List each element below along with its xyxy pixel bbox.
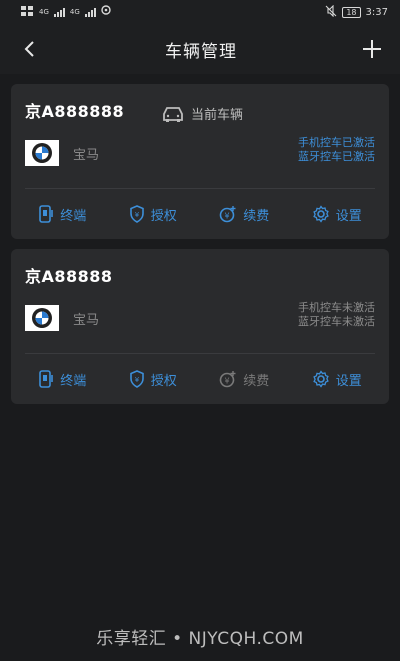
brand-name: 宝马 [73, 312, 100, 328]
vehicle-card[interactable]: 京A88888 宝马 手机控车未激活 蓝牙控车未激活 终端 ¥ 授权 ¥ 续费 … [11, 249, 389, 404]
add-vehicle-button[interactable] [358, 35, 386, 63]
bluetooth-control-status: 蓝牙控车未激活 [298, 315, 375, 328]
signal-icon [53, 7, 65, 17]
carrier1-label: 4G [39, 7, 49, 16]
authorize-label: 授权 [150, 373, 177, 389]
svg-text:¥: ¥ [135, 376, 140, 384]
activation-status: 手机控车已激活 蓝牙控车已激活 [298, 136, 375, 164]
vehicle-card[interactable]: 京A888888 当前车辆 宝马 手机控车已激活 蓝牙控车已激活 终端 ¥ 授权… [11, 84, 389, 239]
settings-button[interactable]: 设置 [312, 205, 362, 224]
gear-icon [312, 205, 329, 223]
vehicle-actions: 终端 ¥ 授权 ¥ 续费 设置 [11, 189, 389, 239]
vehicle-card-info: 京A888888 当前车辆 宝马 手机控车已激活 蓝牙控车已激活 [11, 84, 389, 188]
location-icon [101, 5, 111, 19]
phone-control-status: 手机控车未激活 [298, 301, 375, 314]
terminal-label: 终端 [60, 373, 87, 389]
authorize-button[interactable]: ¥ 授权 [129, 205, 177, 224]
clock: 3:37 [365, 6, 388, 18]
terminal-button[interactable]: 终端 [38, 205, 86, 224]
battery-icon: 18 [342, 6, 361, 18]
signal2-icon [84, 7, 96, 17]
terminal-button[interactable]: 终端 [38, 370, 86, 389]
settings-button[interactable]: 设置 [312, 370, 362, 389]
plate-number: 京A88888 [25, 267, 113, 286]
chevron-left-icon [24, 41, 34, 57]
renew-button[interactable]: ¥ 续费 [219, 370, 269, 389]
shield-icon: ¥ [129, 370, 144, 388]
phone-control-status: 手机控车已激活 [298, 136, 375, 149]
current-vehicle-label: 当前车辆 [191, 108, 244, 123]
vehicle-card-info: 京A88888 宝马 手机控车未激活 蓝牙控车未激活 [11, 249, 389, 353]
gear-icon [312, 370, 329, 388]
renew-label: 续费 [243, 373, 270, 389]
renew-icon: ¥ [219, 206, 236, 223]
sim-icon [20, 5, 34, 20]
vehicle-list: 京A888888 当前车辆 宝马 手机控车已激活 蓝牙控车已激活 终端 ¥ 授权… [0, 74, 400, 404]
status-left: 4G 4G [20, 5, 111, 20]
authorize-label: 授权 [150, 208, 177, 224]
settings-label: 设置 [335, 208, 362, 224]
activation-status: 手机控车未激活 蓝牙控车未激活 [298, 301, 375, 329]
plus-icon [363, 40, 381, 58]
svg-text:¥: ¥ [225, 377, 230, 386]
back-button[interactable] [16, 35, 44, 63]
page-title: 车辆管理 [165, 41, 237, 62]
terminal-label: 终端 [60, 208, 87, 224]
renew-label: 续费 [243, 208, 270, 224]
bmw-logo [25, 305, 59, 331]
vehicle-actions: 终端 ¥ 授权 ¥ 续费 设置 [11, 354, 389, 404]
watermark: 乐享轻汇 • NJYCQH.COM [96, 629, 304, 649]
status-right: 18 3:37 [325, 4, 388, 20]
bmw-logo [25, 140, 59, 166]
mute-icon [325, 4, 337, 20]
carrier2-label: 4G [69, 7, 80, 16]
svg-text:¥: ¥ [225, 212, 230, 221]
svg-text:¥: ¥ [135, 211, 140, 219]
status-bar: 4G 4G 18 3:37 [0, 0, 400, 24]
shield-icon: ¥ [129, 205, 144, 223]
terminal-icon [39, 370, 54, 388]
renew-button[interactable]: ¥ 续费 [219, 205, 269, 224]
terminal-icon [39, 205, 54, 223]
brand-name: 宝马 [73, 147, 100, 163]
current-vehicle-badge: 当前车辆 [161, 104, 243, 123]
settings-label: 设置 [335, 373, 362, 389]
renew-icon: ¥ [219, 371, 236, 388]
nav-bar: 车辆管理 [0, 24, 400, 74]
car-icon [163, 106, 183, 122]
authorize-button[interactable]: ¥ 授权 [129, 370, 177, 389]
bluetooth-control-status: 蓝牙控车已激活 [298, 150, 375, 163]
